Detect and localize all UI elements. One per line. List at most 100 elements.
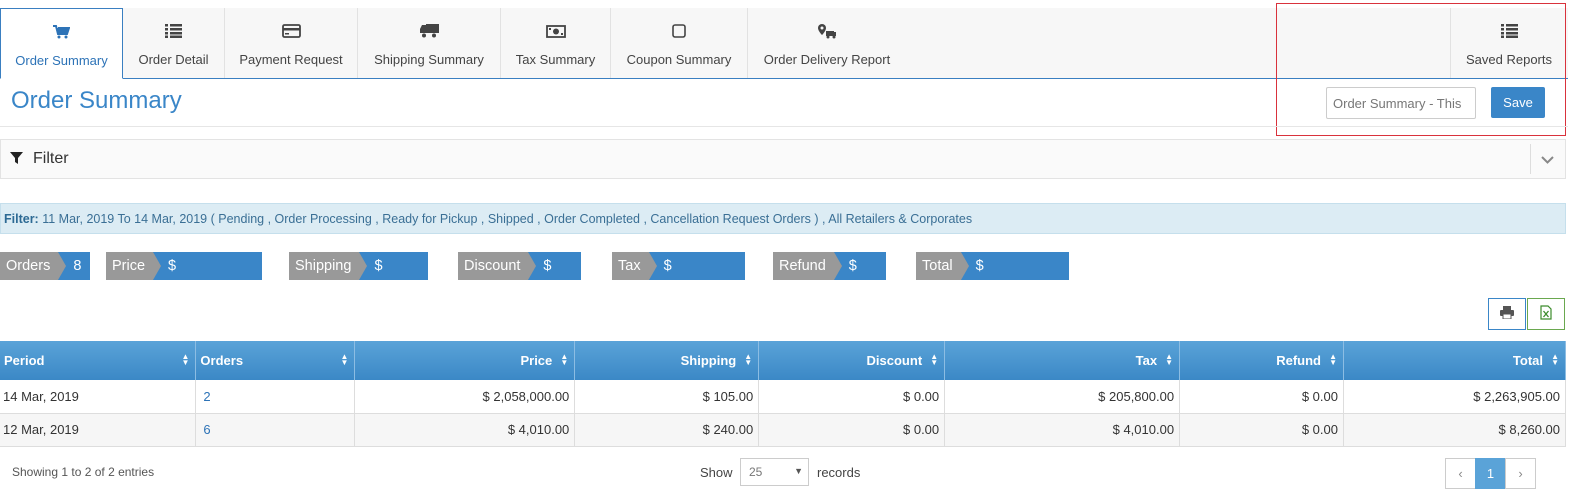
funnel-icon: [10, 152, 23, 168]
report-tabbar: Order Summary Order Detail Payment Reque…: [0, 8, 1568, 79]
divider: [1530, 144, 1531, 174]
summary-badge-refund: Refund $ 0.00: [773, 252, 886, 302]
filter-panel-header[interactable]: Filter: [0, 139, 1566, 179]
sort-icon: ▲ ▼: [744, 352, 753, 367]
table-header-row: Period ▲ ▼ Orders ▲ ▼ Price ▲ ▼ Shipping ▲ ▼ Dis…: [0, 341, 1566, 380]
badge-key: Shipping: [289, 252, 368, 280]
table-row: 14 Mar, 2019 2 $ 2,058,000.00 $ 105.00 $…: [0, 380, 1566, 414]
page-size-select[interactable]: 25 ▼: [740, 458, 809, 486]
sort-icon: ▲ ▼: [1165, 352, 1174, 367]
column-header-tax[interactable]: Tax ▲ ▼: [944, 341, 1181, 380]
badge-key: Tax: [612, 252, 657, 280]
column-header-price[interactable]: Price ▲ ▼: [354, 341, 576, 380]
summary-badge-price: Price $ 2,062,010.00: [106, 252, 262, 302]
summary-badge-tax: Tax $ 209,810.00: [612, 252, 746, 302]
cell-refund: $ 0.00: [1179, 413, 1344, 447]
divider: [0, 126, 1568, 127]
sort-icon: ▲ ▼: [1551, 352, 1559, 367]
tab-payment-request[interactable]: Payment Request: [225, 8, 358, 78]
tab-tax-summary[interactable]: Tax Summary: [501, 8, 611, 78]
cell-orders-link[interactable]: 2: [195, 380, 356, 414]
badge-key: Price: [106, 252, 162, 280]
cell-price: $ 2,058,000.00: [354, 380, 576, 414]
records-label: records: [817, 465, 861, 480]
summary-badge-shipping: Shipping $ 345.00: [289, 252, 428, 302]
column-header-refund[interactable]: Refund ▲ ▼: [1179, 341, 1344, 380]
badge-key: Orders: [0, 252, 67, 280]
page-button-current[interactable]: 1: [1475, 458, 1506, 489]
credit-card-icon: [281, 22, 301, 40]
prev-page-button[interactable]: ‹: [1445, 458, 1476, 489]
table-row: 12 Mar, 2019 6 $ 4,010.00 $ 240.00 $ 0.0…: [0, 413, 1566, 447]
cell-period: 14 Mar, 2019: [0, 380, 197, 414]
badge-value: $ 2,062,010.00: [153, 252, 262, 302]
page-title: Order Summary: [11, 87, 182, 114]
tab-order-summary[interactable]: Order Summary: [0, 8, 123, 79]
saved-reports-tab[interactable]: Saved Reports: [1450, 8, 1567, 78]
column-header-total[interactable]: Total ▲ ▼: [1343, 341, 1566, 380]
column-header-period[interactable]: Period ▲ ▼: [0, 341, 197, 380]
column-header-discount[interactable]: Discount ▲ ▼: [758, 341, 946, 380]
badge-key: Total: [916, 252, 969, 280]
tab-order-delivery-report[interactable]: Order Delivery Report: [748, 8, 906, 78]
cart-icon: [53, 23, 70, 41]
location-truck-icon: [817, 22, 837, 40]
filter-summary: Filter: 11 Mar, 2019 To 14 Mar, 2019 ( P…: [0, 203, 1566, 234]
cell-tax: $ 205,800.00: [944, 380, 1181, 414]
tab-label: Tax Summary: [515, 52, 596, 67]
badge-key: Refund: [773, 252, 842, 280]
cell-discount: $ 0.00: [758, 380, 946, 414]
print-icon: [1500, 306, 1514, 322]
badge-key: Discount: [458, 252, 537, 280]
report-name-input[interactable]: [1326, 87, 1476, 119]
caret-down-icon: ▼: [794, 466, 803, 476]
tab-label: Order Delivery Report: [763, 52, 891, 67]
money-icon: [545, 22, 566, 40]
summary-badge-discount: Discount $ 0.00: [458, 252, 581, 302]
sort-icon: ▲ ▼: [340, 352, 349, 367]
cell-shipping: $ 105.00: [574, 380, 760, 414]
entries-info: Showing 1 to 2 of 2 entries: [12, 465, 155, 479]
cell-shipping: $ 240.00: [574, 413, 760, 447]
list-icon: [1500, 22, 1518, 40]
summary-badge-total: Total $ 2,272,165.00: [916, 252, 1070, 302]
chevron-down-icon[interactable]: [1541, 153, 1554, 168]
filter-label: Filter: [33, 150, 69, 167]
page-size-value: 25: [749, 465, 763, 479]
tab-label: Coupon Summary: [626, 52, 732, 67]
cell-period: 12 Mar, 2019: [0, 413, 197, 447]
cell-total: $ 8,260.00: [1343, 413, 1566, 447]
cell-refund: $ 0.00: [1179, 380, 1344, 414]
tab-shipping-summary[interactable]: Shipping Summary: [358, 8, 501, 78]
next-page-button[interactable]: ›: [1505, 458, 1536, 489]
saved-reports-label: Saved Reports: [1466, 52, 1552, 67]
tab-label: Order Detail: [138, 52, 209, 67]
save-button[interactable]: Save: [1491, 87, 1545, 118]
sort-icon: ▲ ▼: [181, 352, 190, 367]
truck-icon: [419, 22, 439, 40]
pagination: ‹ 1 ›: [1445, 458, 1536, 489]
sort-icon: ▲ ▼: [930, 352, 939, 367]
badge-value: $ 2,272,165.00: [960, 252, 1070, 302]
list-icon: [165, 22, 182, 40]
cell-orders-link[interactable]: 6: [195, 413, 356, 447]
column-header-orders[interactable]: Orders ▲ ▼: [195, 341, 356, 380]
sort-icon: ▲ ▼: [1329, 352, 1337, 367]
tab-label: Payment Request: [239, 52, 343, 67]
tab-order-detail[interactable]: Order Detail: [123, 8, 225, 78]
tab-coupon-summary[interactable]: Coupon Summary: [611, 8, 748, 78]
filter-summary-label: Filter:: [4, 212, 39, 226]
cell-discount: $ 0.00: [758, 413, 946, 447]
export-excel-button[interactable]: [1527, 298, 1565, 330]
order-summary-table: Period ▲ ▼ Orders ▲ ▼ Price ▲ ▼ Shipping ▲ ▼ Dis…: [0, 341, 1566, 447]
summary-badge-orders: Orders 8: [0, 252, 91, 280]
column-header-shipping[interactable]: Shipping ▲ ▼: [574, 341, 760, 380]
sort-icon: ▲ ▼: [560, 352, 569, 367]
print-button[interactable]: [1488, 298, 1526, 330]
cell-total: $ 2,263,905.00: [1343, 380, 1566, 414]
filter-summary-text: 11 Mar, 2019 To 14 Mar, 2019 ( Pending ,…: [38, 212, 973, 226]
tab-label: Shipping Summary: [374, 52, 484, 67]
badge-value: $ 345.00: [359, 252, 428, 302]
badge-value: $ 209,810.00: [648, 252, 746, 302]
tab-label: Order Summary: [15, 53, 108, 68]
